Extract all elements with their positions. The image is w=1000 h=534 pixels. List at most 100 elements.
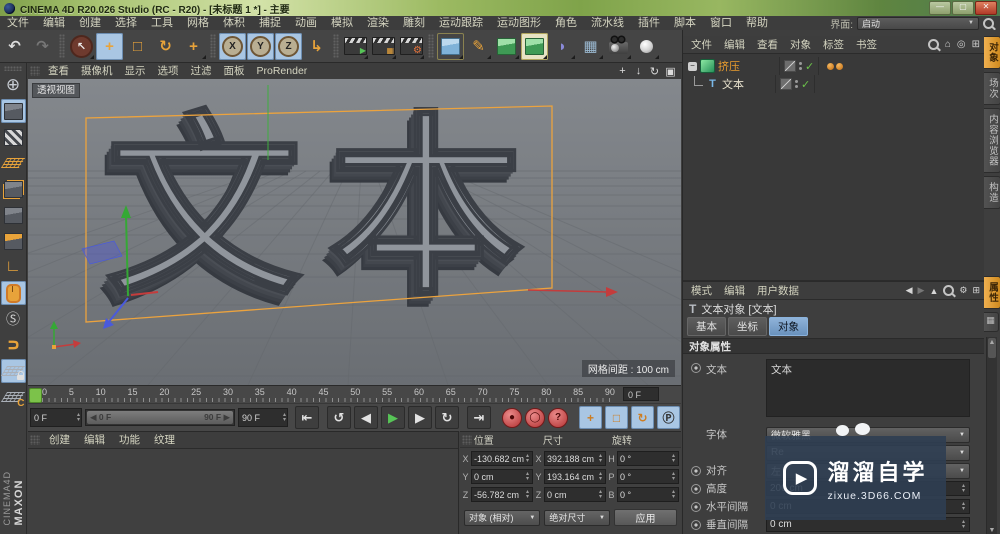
- anim-dot-icon[interactable]: [691, 483, 701, 494]
- subdivision-surface-button[interactable]: [493, 33, 520, 60]
- frame-range-slider[interactable]: ◀ 0 F 90 F ▶: [85, 409, 235, 426]
- menu-item[interactable]: 渲染: [360, 16, 396, 30]
- zoom-view-icon[interactable]: ↓: [632, 65, 645, 78]
- render-region-button[interactable]: ▦: [370, 33, 397, 60]
- last-tool-button[interactable]: +: [180, 33, 207, 60]
- size-y-input[interactable]: 193.164 cm ▴ ▾: [544, 469, 606, 484]
- key-position-button[interactable]: +: [579, 406, 602, 429]
- play-backwards-button[interactable]: ↺: [327, 406, 351, 429]
- spline-pen-button[interactable]: ✎: [465, 33, 492, 60]
- scale-tool-button[interactable]: □: [124, 33, 151, 60]
- panel-grip[interactable]: [30, 435, 40, 445]
- filter-eye-icon[interactable]: ◎: [957, 39, 966, 50]
- menu-item[interactable]: 流水线: [584, 16, 631, 30]
- menu-item[interactable]: 窗口: [703, 16, 739, 30]
- lock-x-axis-button[interactable]: X: [219, 32, 246, 60]
- object-manager-menu-item[interactable]: 编辑: [718, 37, 751, 52]
- menu-item[interactable]: 运动图形: [490, 16, 548, 30]
- attribute-scrollbar[interactable]: ▲ ▼: [986, 337, 997, 534]
- menu-item[interactable]: 运动跟踪: [432, 16, 490, 30]
- end-frame-spinner[interactable]: 90 F ▴ ▾: [238, 408, 288, 427]
- rotation-p-input[interactable]: 0 ° ▴ ▾: [617, 469, 679, 484]
- coordinate-mode-dropdown[interactable]: 对象 (相对) ▼: [464, 509, 541, 526]
- maximize-view-icon[interactable]: ▣: [664, 65, 677, 78]
- play-button[interactable]: ▶: [381, 406, 405, 429]
- object-manager-menu-item[interactable]: 书签: [850, 37, 883, 52]
- layer-square-icon[interactable]: [784, 60, 796, 72]
- rotate-view-icon[interactable]: ↻: [648, 65, 661, 78]
- viewport-menu-item[interactable]: 摄像机: [75, 63, 119, 79]
- object-manager-menu-item[interactable]: 标签: [817, 37, 850, 52]
- size-z-input[interactable]: 0 cm ▴ ▾: [544, 487, 606, 502]
- view-label[interactable]: 透视视图: [32, 83, 81, 98]
- position-z-input[interactable]: -56.782 cm ▴ ▾: [471, 487, 533, 502]
- rotation-b-input[interactable]: 0 ° ▴ ▾: [617, 487, 679, 502]
- size-mode-dropdown[interactable]: 绝对尺寸 ▼: [544, 509, 610, 526]
- undo-button[interactable]: ↶: [1, 33, 28, 60]
- menu-item[interactable]: 捕捉: [252, 16, 288, 30]
- texture-mode-button[interactable]: [1, 125, 26, 149]
- minimize-button[interactable]: —: [929, 1, 951, 15]
- menu-item[interactable]: 模拟: [324, 16, 360, 30]
- autokey-button[interactable]: ◯: [525, 407, 545, 428]
- object-name[interactable]: 文本: [722, 76, 772, 92]
- live-selection-tool-button[interactable]: ↖: [68, 33, 95, 60]
- previous-frame-button[interactable]: ◀: [354, 406, 378, 429]
- menu-item[interactable]: 文件: [0, 16, 36, 30]
- spinner-arrows-icon[interactable]: ▴ ▾: [77, 412, 81, 422]
- workplane-mode-button[interactable]: [0, 151, 26, 175]
- viewport-grip[interactable]: [30, 66, 40, 76]
- enabled-check-icon[interactable]: ✓: [805, 60, 814, 73]
- tab-structure[interactable]: 构造: [984, 175, 1000, 209]
- object-manager-menu-item[interactable]: 查看: [751, 37, 784, 52]
- edges-mode-button[interactable]: [1, 203, 26, 227]
- object-row-text[interactable]: T 文本 ✓: [683, 75, 984, 93]
- layer-square-icon[interactable]: [780, 78, 792, 90]
- tab-objects[interactable]: 对象: [984, 36, 1000, 69]
- collapse-icon[interactable]: −: [688, 61, 697, 71]
- start-frame-spinner[interactable]: 0 F ▴ ▾: [30, 408, 82, 427]
- object-manager-tree[interactable]: − 挤压 ✓ T 文本 ✓: [683, 54, 984, 281]
- lock-y-axis-button[interactable]: Y: [247, 32, 274, 60]
- visibility-dots-icon[interactable]: [795, 80, 798, 88]
- magnet-snap-button[interactable]: ∪: [1, 333, 25, 358]
- viewport-menu-item[interactable]: 选项: [152, 63, 185, 79]
- maximize-button[interactable]: ▢: [952, 1, 974, 15]
- add-panel-icon[interactable]: ⊞: [972, 39, 980, 50]
- material-menu-item[interactable]: 功能: [112, 432, 147, 448]
- render-view-button[interactable]: ▶: [342, 33, 369, 60]
- tab-content-browser[interactable]: 内容浏览器: [984, 108, 1000, 173]
- palette-grip[interactable]: [4, 66, 22, 71]
- object-manager-menu-item[interactable]: 对象: [784, 37, 817, 52]
- history-forward-icon[interactable]: ▶: [918, 285, 925, 296]
- next-frame-button[interactable]: ▶: [408, 406, 432, 429]
- text-value-input[interactable]: 文本: [766, 359, 970, 417]
- visibility-dots-icon[interactable]: [799, 62, 802, 70]
- toolbar-grip[interactable]: [428, 34, 434, 58]
- move-tool-button[interactable]: +: [96, 32, 123, 60]
- object-row-extrude[interactable]: − 挤压 ✓: [683, 57, 984, 75]
- workplane-button[interactable]: C: [0, 385, 26, 409]
- object-manager-menu-item[interactable]: 文件: [685, 37, 718, 52]
- y-axis-arrow[interactable]: [125, 214, 129, 297]
- anim-dot-icon[interactable]: [691, 363, 701, 373]
- toolbar-grip[interactable]: [210, 34, 216, 58]
- tab-object[interactable]: 对象: [769, 317, 808, 336]
- viewport-menu-item[interactable]: 面板: [218, 63, 251, 79]
- model-mode-button[interactable]: [0, 99, 26, 123]
- tab-basic[interactable]: 基本: [687, 317, 726, 336]
- menu-item[interactable]: 雕刻: [396, 16, 432, 30]
- snap-button[interactable]: Ⓢ: [1, 307, 26, 331]
- extrude-generator-button[interactable]: [521, 32, 548, 60]
- tab-coordinates[interactable]: 坐标: [728, 317, 767, 336]
- primitive-cube-button[interactable]: [437, 33, 464, 60]
- enabled-check-icon[interactable]: ✓: [801, 78, 810, 91]
- viewport-solo-button[interactable]: [0, 281, 26, 305]
- lock-workplane-button[interactable]: [0, 359, 26, 383]
- object-properties-section[interactable]: 对象属性: [683, 338, 984, 354]
- attribute-menu-item[interactable]: 模式: [685, 283, 718, 298]
- material-menu-item[interactable]: 编辑: [77, 432, 112, 448]
- material-menu-item[interactable]: 纹理: [147, 432, 182, 448]
- parent-object-icon[interactable]: ▲: [929, 286, 938, 296]
- redo-button[interactable]: ↷: [29, 33, 56, 60]
